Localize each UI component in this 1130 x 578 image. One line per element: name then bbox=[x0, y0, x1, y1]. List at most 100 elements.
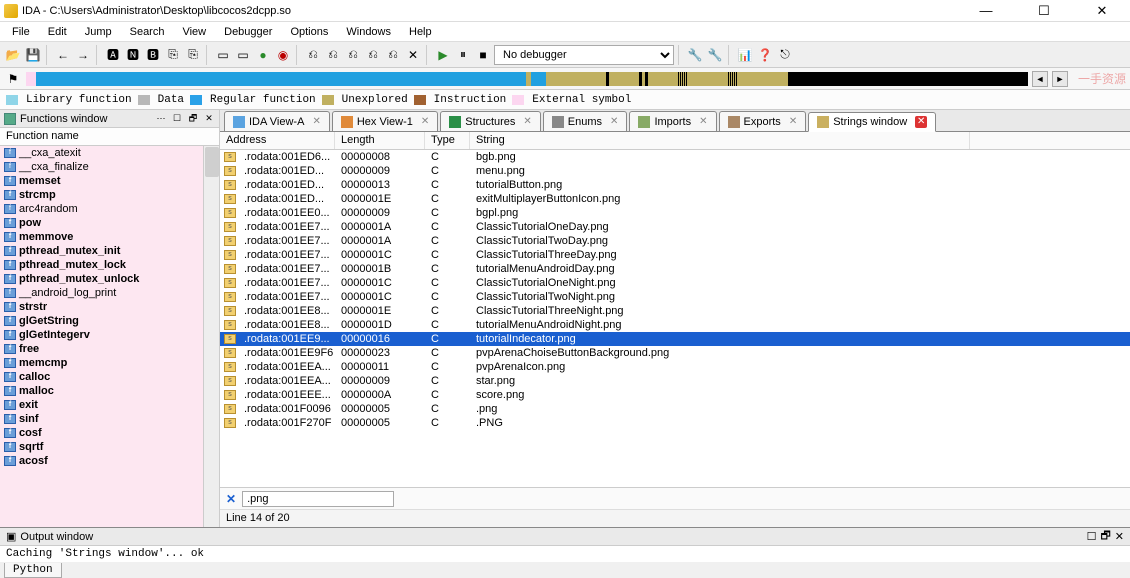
tool-k[interactable]: ⎌ bbox=[384, 46, 402, 64]
string-row[interactable]: s.rodata:001EEA...00000011CpvpArenaIcon.… bbox=[220, 360, 1130, 374]
string-row[interactable]: s.rodata:001EE9...00000016CtutorialIndec… bbox=[220, 332, 1130, 346]
stop-icon[interactable]: ◉ bbox=[274, 46, 292, 64]
col-address[interactable]: Address bbox=[220, 132, 335, 149]
function-row[interactable]: fsqrtf bbox=[0, 440, 219, 454]
tab-close-icon[interactable]: ✕ bbox=[523, 116, 531, 127]
tool-l[interactable]: 🔧 bbox=[686, 46, 704, 64]
function-row[interactable]: fmemmove bbox=[0, 230, 219, 244]
string-row[interactable]: s.rodata:001F270F00000005C.PNG bbox=[220, 416, 1130, 430]
string-row[interactable]: s.rodata:001EE7...0000001CCClassicTutori… bbox=[220, 276, 1130, 290]
menu-edit[interactable]: Edit bbox=[40, 24, 75, 40]
col-string[interactable]: String bbox=[470, 132, 970, 149]
string-row[interactable]: s.rodata:001EE7...0000001CCClassicTutori… bbox=[220, 248, 1130, 262]
string-row[interactable]: s.rodata:001EE7...0000001CCClassicTutori… bbox=[220, 290, 1130, 304]
save-icon[interactable]: 💾 bbox=[24, 46, 42, 64]
function-row[interactable]: fpthread_mutex_init bbox=[0, 244, 219, 258]
function-row[interactable]: fpow bbox=[0, 216, 219, 230]
tool-h[interactable]: ⎌ bbox=[324, 46, 342, 64]
function-row[interactable]: fpthread_mutex_unlock bbox=[0, 272, 219, 286]
tool-d[interactable]: ⎘ bbox=[184, 46, 202, 64]
menu-help[interactable]: Help bbox=[401, 24, 440, 40]
menu-file[interactable]: File bbox=[4, 24, 38, 40]
fwd-icon[interactable]: → bbox=[74, 46, 92, 64]
panel-close-icon[interactable]: ✕ bbox=[203, 113, 215, 125]
function-row[interactable]: facosf bbox=[0, 454, 219, 468]
tab-close-icon[interactable]: ✕ bbox=[915, 116, 927, 128]
tab-close-icon[interactable]: ✕ bbox=[312, 116, 320, 127]
tab-strings-window[interactable]: Strings window✕ bbox=[808, 112, 936, 132]
tab-close-icon[interactable]: ✕ bbox=[610, 116, 618, 127]
tool-o[interactable]: ❓ bbox=[756, 46, 774, 64]
menu-debugger[interactable]: Debugger bbox=[216, 24, 280, 40]
col-length[interactable]: Length bbox=[335, 132, 425, 149]
tab-close-icon[interactable]: ✕ bbox=[789, 116, 797, 127]
tool-f[interactable]: ▭ bbox=[234, 46, 252, 64]
function-row[interactable]: fsinf bbox=[0, 412, 219, 426]
function-row[interactable]: fcalloc bbox=[0, 370, 219, 384]
string-row[interactable]: s.rodata:001ED...0000001ECexitMultiplaye… bbox=[220, 192, 1130, 206]
tab-close-icon[interactable]: ✕ bbox=[699, 116, 707, 127]
panel-max-icon[interactable]: 🗗 bbox=[187, 113, 199, 125]
function-row[interactable]: fmemset bbox=[0, 174, 219, 188]
strings-grid[interactable]: s.rodata:001ED6...00000008Cbgb.pngs.roda… bbox=[220, 150, 1130, 487]
function-row[interactable]: fpthread_mutex_lock bbox=[0, 258, 219, 272]
function-row[interactable]: ffree bbox=[0, 342, 219, 356]
output-undock-icon[interactable]: ☐ bbox=[1087, 530, 1097, 543]
function-row[interactable]: f__cxa_atexit bbox=[0, 146, 219, 160]
string-row[interactable]: s.rodata:001EE8...0000001DCtutorialMenuA… bbox=[220, 318, 1130, 332]
tab-enums[interactable]: Enums✕ bbox=[543, 111, 628, 131]
panel-undock-icon[interactable]: ☐ bbox=[171, 113, 183, 125]
function-row[interactable]: f__android_log_print bbox=[0, 286, 219, 300]
stop2-icon[interactable]: ■ bbox=[474, 46, 492, 64]
minimize-button[interactable]: — bbox=[966, 0, 1006, 22]
function-row[interactable]: fmemcmp bbox=[0, 356, 219, 370]
string-row[interactable]: s.rodata:001EE7...0000001ACClassicTutori… bbox=[220, 220, 1130, 234]
tab-ida-view-a[interactable]: IDA View-A✕ bbox=[224, 111, 330, 131]
panel-menu-icon[interactable]: ⋯ bbox=[155, 113, 167, 125]
nav-right[interactable]: ► bbox=[1052, 71, 1068, 87]
pause-icon[interactable]: ⏸ bbox=[454, 46, 472, 64]
function-row[interactable]: fstrcmp bbox=[0, 188, 219, 202]
tool-n[interactable]: 📊 bbox=[736, 46, 754, 64]
function-row[interactable]: fglGetIntegerv bbox=[0, 328, 219, 342]
functions-column-header[interactable]: Function name bbox=[0, 128, 219, 146]
tool-e[interactable]: ▭ bbox=[214, 46, 232, 64]
tool-j[interactable]: ⎌ bbox=[364, 46, 382, 64]
close-button[interactable]: ✕ bbox=[1082, 0, 1122, 22]
tab-structures[interactable]: Structures✕ bbox=[440, 111, 541, 131]
output-close-icon[interactable]: ✕ bbox=[1115, 530, 1124, 543]
tool-g[interactable]: ⎌ bbox=[304, 46, 322, 64]
debugger-select[interactable]: No debugger bbox=[494, 45, 674, 65]
string-row[interactable]: s.rodata:001EE0...00000009Cbgpl.png bbox=[220, 206, 1130, 220]
nav-band[interactable] bbox=[26, 72, 1028, 86]
string-row[interactable]: s.rodata:001ED6...00000008Cbgb.png bbox=[220, 150, 1130, 164]
functions-scrollbar[interactable] bbox=[203, 146, 219, 527]
function-row[interactable]: fexit bbox=[0, 398, 219, 412]
string-row[interactable]: s.rodata:001EEA...00000009Cstar.png bbox=[220, 374, 1130, 388]
menu-view[interactable]: View bbox=[174, 24, 214, 40]
back-icon[interactable]: ← bbox=[54, 46, 72, 64]
function-row[interactable]: fstrstr bbox=[0, 300, 219, 314]
tool-a[interactable]: 🅰 bbox=[104, 46, 122, 64]
tool-m[interactable]: 🔧 bbox=[706, 46, 724, 64]
search-input[interactable] bbox=[242, 491, 394, 507]
tool-c[interactable]: ⎘ bbox=[164, 46, 182, 64]
menu-windows[interactable]: Windows bbox=[338, 24, 399, 40]
tab-close-icon[interactable]: ✕ bbox=[421, 116, 429, 127]
tool-binary[interactable]: 🅱 bbox=[144, 46, 162, 64]
function-row[interactable]: fglGetString bbox=[0, 314, 219, 328]
maximize-button[interactable]: ☐ bbox=[1024, 0, 1064, 22]
output-max-icon[interactable]: 🗗 bbox=[1100, 527, 1110, 546]
menu-options[interactable]: Options bbox=[282, 24, 336, 40]
nav-options-icon[interactable]: ⚑ bbox=[4, 70, 22, 88]
tab-imports[interactable]: Imports✕ bbox=[629, 111, 716, 131]
functions-list[interactable]: f__cxa_atexitf__cxa_finalizefmemsetfstrc… bbox=[0, 146, 219, 527]
open-icon[interactable]: 📂 bbox=[4, 46, 22, 64]
col-type[interactable]: Type bbox=[425, 132, 470, 149]
run-icon[interactable]: ● bbox=[254, 46, 272, 64]
string-row[interactable]: s.rodata:001ED...00000009Cmenu.png bbox=[220, 164, 1130, 178]
string-row[interactable]: s.rodata:001ED...00000013CtutorialButton… bbox=[220, 178, 1130, 192]
function-row[interactable]: fcosf bbox=[0, 426, 219, 440]
play-icon[interactable]: ▶ bbox=[434, 46, 452, 64]
menu-search[interactable]: Search bbox=[122, 24, 173, 40]
